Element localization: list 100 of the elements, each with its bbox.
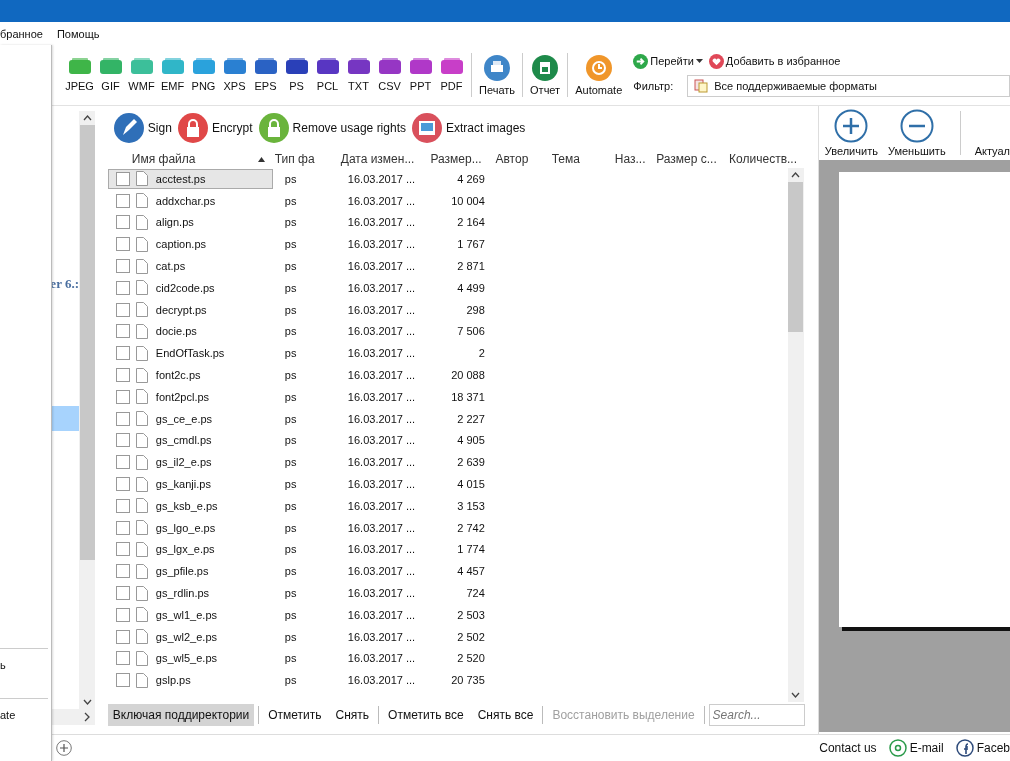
menu-item[interactable]: ate xyxy=(0,699,51,729)
zoom-button[interactable]: Актуал xyxy=(974,109,1010,157)
checkbox[interactable] xyxy=(115,629,130,644)
automate-button[interactable]: Automate xyxy=(572,54,626,96)
file-row[interactable]: cat.ps xyxy=(107,256,273,277)
contact-link[interactable]: Contact us xyxy=(819,741,877,755)
column-header[interactable]: Наз... xyxy=(610,152,653,166)
checkbox[interactable] xyxy=(115,477,130,492)
format-button[interactable]: XPS xyxy=(219,58,250,92)
file-row[interactable]: gs_ksb_e.ps xyxy=(107,495,273,516)
file-row[interactable]: gs_lgx_e.ps xyxy=(107,539,273,560)
checkbox[interactable] xyxy=(115,324,130,339)
checkbox[interactable] xyxy=(115,455,130,470)
file-row[interactable]: gs_wl1_e.ps xyxy=(107,604,273,625)
format-button[interactable]: GIF xyxy=(95,58,126,92)
toolbar-button[interactable]: Отметить xyxy=(263,704,327,726)
checkbox[interactable] xyxy=(115,433,130,448)
print-button[interactable]: Печать xyxy=(476,54,519,96)
column-header[interactable]: Имя файла xyxy=(107,152,271,166)
goto-button[interactable]: Перейти xyxy=(633,53,703,69)
menu-item[interactable]: бранное xyxy=(0,27,43,40)
checkbox[interactable] xyxy=(115,193,130,208)
column-header[interactable]: Автор xyxy=(491,152,548,166)
file-row[interactable]: gs_kanji.ps xyxy=(107,474,273,495)
file-row[interactable]: acctest.ps xyxy=(107,168,273,189)
checkbox[interactable] xyxy=(115,542,130,557)
format-button[interactable]: WMF xyxy=(126,58,157,92)
checkbox[interactable] xyxy=(115,498,130,513)
checkbox[interactable] xyxy=(115,215,130,230)
sign-button[interactable]: Sign xyxy=(113,113,172,143)
unlock-button[interactable]: Remove usage rights xyxy=(258,113,406,143)
filter-dropdown[interactable]: Все поддерживаемые форматы xyxy=(687,74,1010,97)
format-button[interactable]: JPEG xyxy=(64,58,95,92)
scrollbar[interactable] xyxy=(787,168,804,702)
add-favorite-button[interactable]: Добавить в избранное xyxy=(708,53,841,69)
file-row[interactable]: docie.ps xyxy=(107,321,273,342)
checkbox[interactable] xyxy=(115,368,130,383)
checkbox[interactable] xyxy=(115,171,130,186)
checkbox[interactable] xyxy=(115,586,130,601)
column-header[interactable]: Дата измен... xyxy=(336,152,427,166)
format-button[interactable]: PCL xyxy=(312,58,343,92)
file-row[interactable]: gs_il2_e.ps xyxy=(107,452,273,473)
encrypt-button[interactable]: Encrypt xyxy=(177,113,253,143)
format-button[interactable]: PDF xyxy=(436,58,467,92)
report-button[interactable]: Отчет xyxy=(527,54,564,96)
zoom-button[interactable]: Уменьшить xyxy=(887,109,946,157)
column-header[interactable]: Размер... xyxy=(426,152,492,166)
file-row[interactable]: decrypt.ps xyxy=(107,299,273,320)
email-link[interactable]: E-mail xyxy=(888,739,944,757)
checkbox[interactable] xyxy=(115,520,130,535)
column-header[interactable]: Размер с... xyxy=(652,152,726,166)
toolbar-button[interactable]: Включая поддиректории xyxy=(107,704,255,726)
file-row[interactable]: caption.ps xyxy=(107,234,273,255)
menu-item[interactable]: Помощь xyxy=(56,27,100,40)
checkbox[interactable] xyxy=(115,346,130,361)
checkbox[interactable] xyxy=(115,280,130,295)
add-button[interactable] xyxy=(56,740,72,756)
file-row[interactable]: gs_wl2_e.ps xyxy=(107,626,273,647)
format-button[interactable]: PS xyxy=(281,58,312,92)
format-button[interactable]: PNG xyxy=(188,58,219,92)
file-row[interactable]: gslp.ps xyxy=(107,670,273,691)
search-field[interactable]: Search... xyxy=(708,704,805,726)
file-row[interactable]: gs_wl5_e.ps xyxy=(107,648,273,669)
zoom-button[interactable]: Увеличить xyxy=(824,109,878,157)
toolbar-button[interactable]: Снять все xyxy=(472,704,539,726)
checkbox[interactable] xyxy=(115,259,130,274)
file-row[interactable]: addxchar.ps xyxy=(107,190,273,211)
checkbox[interactable] xyxy=(115,673,130,688)
file-row[interactable]: font2c.ps xyxy=(107,365,273,386)
checkbox[interactable] xyxy=(115,564,130,579)
file-row[interactable]: gs_ce_e.ps xyxy=(107,408,273,429)
images-button[interactable]: Extract images xyxy=(411,113,526,143)
file-row[interactable]: gs_cmdl.ps xyxy=(107,430,273,451)
scrollbar[interactable] xyxy=(79,111,95,709)
file-row[interactable]: gs_pfile.ps xyxy=(107,561,273,582)
toolbar-button[interactable]: Снять xyxy=(330,704,375,726)
checkbox[interactable] xyxy=(115,651,130,666)
format-button[interactable]: EMF xyxy=(157,58,188,92)
file-row[interactable]: font2pcl.ps xyxy=(107,386,273,407)
scrollbar[interactable] xyxy=(52,709,95,725)
file-row[interactable]: gs_lgo_e.ps xyxy=(107,517,273,538)
chevron-right-icon[interactable] xyxy=(82,710,91,724)
toolbar-button[interactable]: Отметить все xyxy=(383,704,469,726)
checkbox[interactable] xyxy=(115,607,130,622)
format-button[interactable]: PPT xyxy=(405,58,436,92)
checkbox[interactable] xyxy=(115,302,130,317)
file-row[interactable]: align.ps xyxy=(107,212,273,233)
format-button[interactable]: EPS xyxy=(250,58,281,92)
column-header[interactable]: Количеств... xyxy=(725,152,810,166)
column-header[interactable]: Тип фа xyxy=(270,152,337,166)
checkbox[interactable] xyxy=(115,411,130,426)
checkbox[interactable] xyxy=(115,237,130,252)
file-row[interactable]: gs_rdlin.ps xyxy=(107,583,273,604)
menu-item[interactable]: ь xyxy=(0,649,51,679)
format-button[interactable]: TXT xyxy=(343,58,374,92)
file-row[interactable]: cid2code.ps xyxy=(107,277,273,298)
file-row[interactable]: EndOfTask.ps xyxy=(107,343,273,364)
column-header[interactable]: Тема xyxy=(547,152,611,166)
checkbox[interactable] xyxy=(115,389,130,404)
format-button[interactable]: CSV xyxy=(374,58,405,92)
